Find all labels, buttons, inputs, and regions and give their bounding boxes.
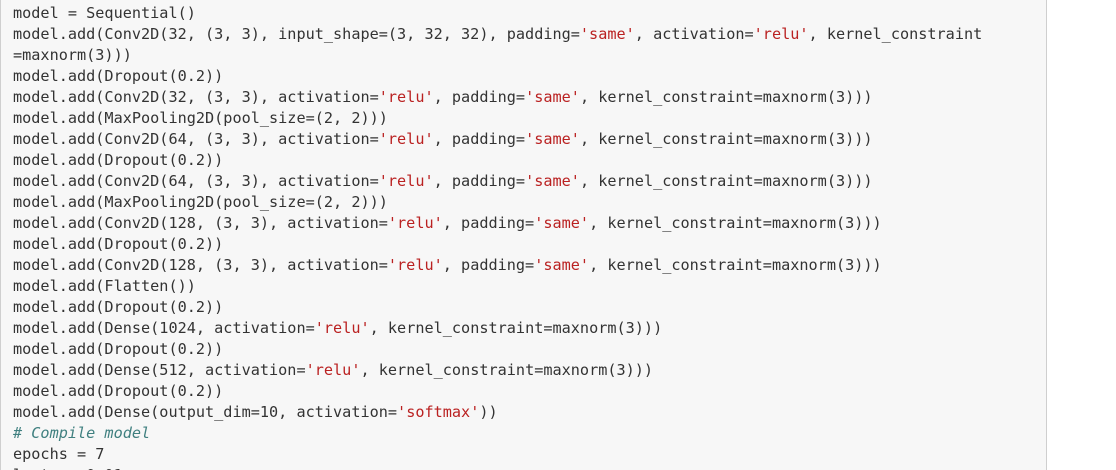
code-line: model.add(Conv2D(128, (3, 3), activation… [13, 213, 1046, 234]
code-token: model.add(Dense(1024, activation= [13, 319, 315, 337]
code-token: model.add(Dropout(0.2)) [13, 235, 224, 253]
code-line: model.add(MaxPooling2D(pool_size=(2, 2))… [13, 192, 1046, 213]
code-token: model.add(Conv2D(64, (3, 3), activation= [13, 172, 379, 190]
string-token: 'relu' [378, 88, 434, 106]
code-token: , kernel_constraint [808, 25, 983, 43]
code-line: # Compile model [13, 423, 1046, 444]
code-token: model.add(Conv2D(128, (3, 3), activation… [13, 214, 388, 232]
code-token: model.add(MaxPooling2D(pool_size=(2, 2))… [13, 109, 388, 127]
string-token: 'same' [525, 130, 580, 148]
code-editor[interactable]: model = Sequential() model.add(Conv2D(32,… [1, 0, 1046, 470]
code-line: model.add(MaxPooling2D(pool_size=(2, 2))… [13, 108, 1046, 129]
code-line: model.add(Conv2D(128, (3, 3), activation… [13, 255, 1046, 276]
code-token: , kernel_constraint=maxnorm(3))) [579, 88, 873, 106]
code-token: , padding= [442, 214, 535, 232]
string-token: 'relu' [387, 214, 443, 232]
code-line: model.add(Conv2D(32, (3, 3), input_shape… [13, 24, 1046, 45]
string-token: 'same' [534, 256, 590, 274]
code-token: , padding= [442, 256, 535, 274]
code-token: model.add(Dropout(0.2)) [13, 340, 224, 358]
code-token: model.add(Dropout(0.2)) [13, 298, 224, 316]
code-line: model.add(Flatten()) [13, 276, 1046, 297]
code-token: model.add(Dropout(0.2)) [13, 151, 224, 169]
string-token: 'same' [534, 214, 590, 232]
code-line: epochs = 7 [13, 444, 1046, 465]
code-line: model.add(Dropout(0.2)) [13, 234, 1046, 255]
code-line: model.add(Dense(1024, activation='relu',… [13, 318, 1046, 339]
code-token: , activation= [634, 25, 754, 43]
code-token: model.add(Conv2D(128, (3, 3), activation… [13, 256, 388, 274]
code-line: model.add(Dropout(0.2)) [13, 339, 1046, 360]
code-line: model.add(Conv2D(64, (3, 3), activation=… [13, 129, 1046, 150]
code-line: =maxnorm(3))) [13, 45, 1046, 66]
string-token: 'relu' [387, 256, 443, 274]
code-line: model.add(Conv2D(32, (3, 3), activation=… [13, 87, 1046, 108]
code-token: , padding= [433, 172, 526, 190]
code-token: , padding= [433, 88, 526, 106]
string-token: 'softmax' [397, 403, 480, 421]
code-token: model.add(Flatten()) [13, 277, 196, 295]
code-line: model.add(Dense(512, activation='relu', … [13, 360, 1046, 381]
code-token: model.add(Dropout(0.2)) [13, 382, 224, 400]
code-token: , kernel_constraint=maxnorm(3))) [589, 214, 882, 232]
code-token: model.add(Dense(512, activation= [13, 361, 306, 379]
code-line: model.add(Dropout(0.2)) [13, 150, 1046, 171]
code-line: model.add(Dropout(0.2)) [13, 381, 1046, 402]
string-token: 'relu' [305, 361, 361, 379]
code-cell[interactable]: model = Sequential() model.add(Conv2D(32,… [0, 0, 1047, 470]
code-token: epochs = 7 [13, 445, 105, 463]
code-token: model.add(Dense(output_dim=10, activatio… [13, 403, 398, 421]
code-token: , kernel_constraint=maxnorm(3))) [579, 130, 873, 148]
notebook-area: model = Sequential() model.add(Conv2D(32,… [0, 0, 1116, 470]
comment-token: # Compile model [13, 424, 151, 442]
string-token: 'relu' [753, 25, 809, 43]
code-line: model.add(Dense(output_dim=10, activatio… [13, 402, 1046, 423]
string-token: 'same' [579, 25, 635, 43]
code-token: , kernel_constraint=maxnorm(3))) [589, 256, 882, 274]
code-token: lrate = 0.01 [13, 466, 123, 470]
code-token: model.add(MaxPooling2D(pool_size=(2, 2))… [13, 193, 388, 211]
code-token: model.add(Conv2D(32, (3, 3), input_shape… [13, 25, 580, 43]
code-token: )) [479, 403, 498, 421]
code-token: model.add(Conv2D(32, (3, 3), activation= [13, 88, 379, 106]
code-token: model.add(Conv2D(64, (3, 3), activation= [13, 130, 379, 148]
code-token: model.add(Dropout(0.2)) [13, 67, 224, 85]
code-line: model.add(Dropout(0.2)) [13, 297, 1046, 318]
code-token: , padding= [433, 130, 526, 148]
code-line: model = Sequential() [13, 3, 1046, 24]
string-token: 'relu' [378, 130, 434, 148]
code-token: model = Sequential() [13, 4, 196, 22]
code-token: =maxnorm(3))) [13, 46, 132, 64]
code-token: , kernel_constraint=maxnorm(3))) [360, 361, 654, 379]
code-line: lrate = 0.01 [13, 465, 1046, 470]
string-token: 'relu' [378, 172, 434, 190]
code-token: , kernel_constraint=maxnorm(3))) [579, 172, 873, 190]
string-token: 'relu' [314, 319, 370, 337]
string-token: 'same' [525, 172, 580, 190]
code-line: model.add(Conv2D(64, (3, 3), activation=… [13, 171, 1046, 192]
code-token: , kernel_constraint=maxnorm(3))) [369, 319, 663, 337]
code-line: model.add(Dropout(0.2)) [13, 66, 1046, 87]
string-token: 'same' [525, 88, 580, 106]
